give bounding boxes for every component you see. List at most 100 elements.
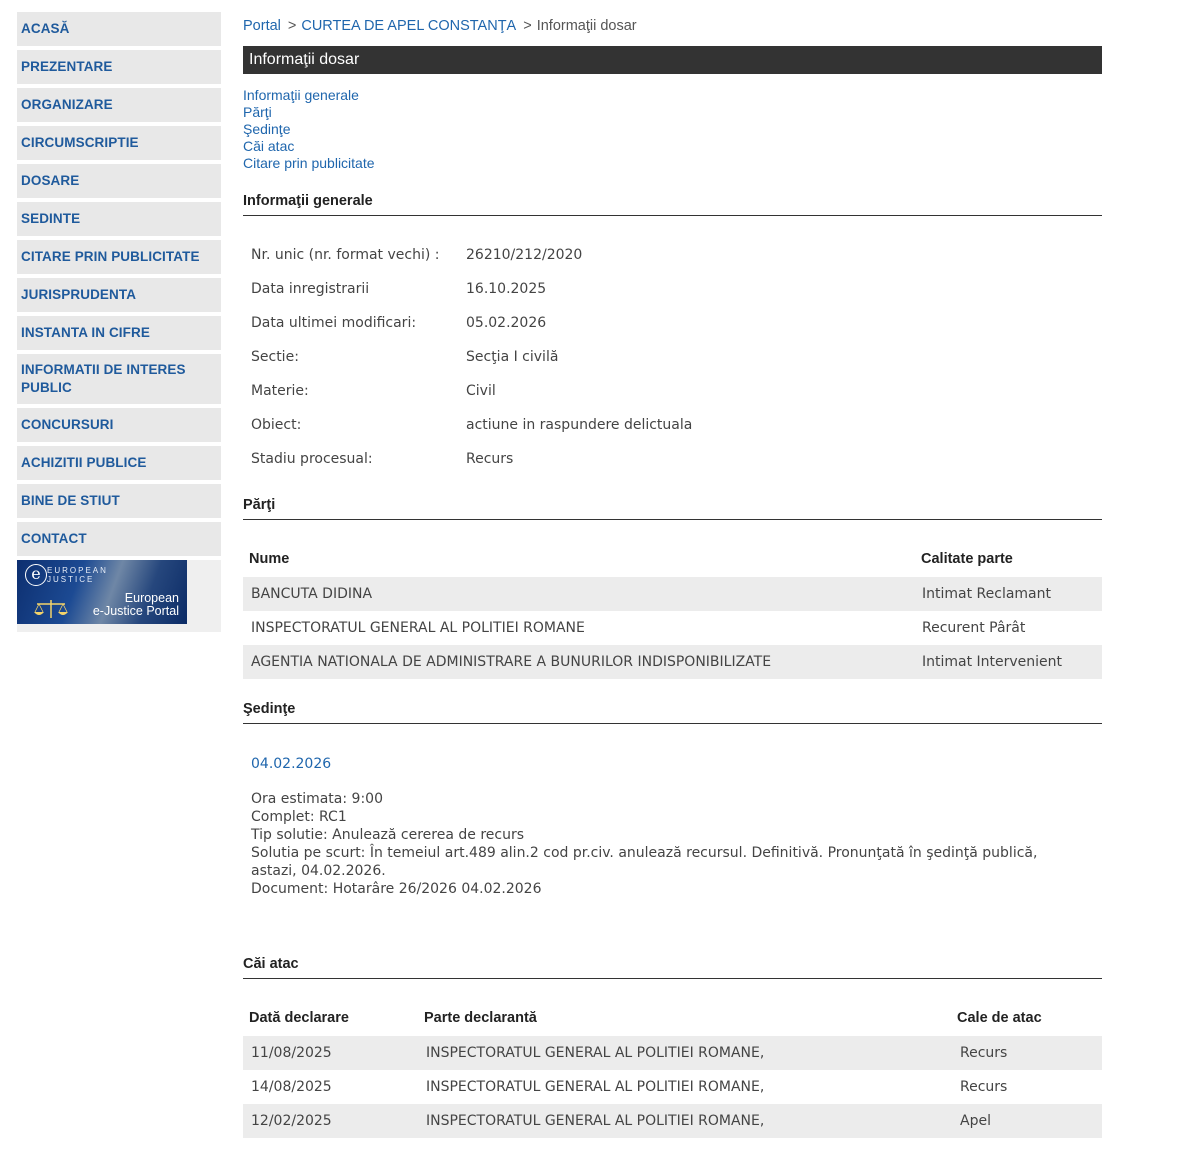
appeal-type: Recurs: [960, 1079, 1008, 1095]
ejustice-logo-icon: e: [25, 564, 47, 586]
ejustice-banner-area: e EUROPEAN JUSTICE European e-Justice Port…: [17, 560, 221, 632]
section-heading-informatii-generale: Informaţii generale: [243, 193, 1102, 216]
info-row: Data ultimei modificari: 05.02.2026: [251, 315, 546, 331]
nav-item-organizare[interactable]: ORGANIZARE: [17, 88, 221, 122]
breadcrumb-current: Informaţii dosar: [536, 18, 637, 34]
table-row: AGENTIA NATIONALA DE ADMINISTRARE A BUNU…: [243, 645, 1102, 679]
breadcrumb-separator: >: [523, 18, 532, 34]
info-row: Materie: Civil: [251, 383, 496, 399]
appeal-type: Apel: [960, 1113, 991, 1129]
nav-item-dosare[interactable]: DOSARE: [17, 164, 221, 198]
info-label: Stadiu procesual:: [251, 451, 373, 467]
info-label: Obiect:: [251, 417, 302, 433]
hearing-detail-line: Solutia pe scurt: În temeiul art.489 ali…: [251, 845, 1038, 879]
nav-item-concursuri[interactable]: CONCURSURI: [17, 408, 221, 442]
info-value: Secţia I civilă: [466, 349, 559, 365]
page-title: Informaţii dosar: [243, 46, 1102, 74]
appeal-date: 12/02/2025: [251, 1113, 332, 1129]
info-value: 05.02.2026: [466, 315, 547, 331]
nav-label: ACHIZITII PUBLICE: [21, 455, 147, 470]
column-header-calitate-parte: Calitate parte: [921, 551, 1013, 567]
nav-item-informatii-de-interes-public[interactable]: INFORMATII DE INTERES PUBLIC: [17, 354, 221, 404]
nav-item-achizitii-publice[interactable]: ACHIZITII PUBLICE: [17, 446, 221, 480]
nav-item-bine-de-stiut[interactable]: BINE DE STIUT: [17, 484, 221, 518]
info-row: Obiect: actiune in raspundere delictuala: [251, 417, 692, 433]
info-row: Sectie: Secţia I civilă: [251, 349, 558, 365]
ejustice-logo-text: EUROPEAN JUSTICE: [47, 566, 108, 584]
toc-link-sedinte[interactable]: Şedinţe: [243, 121, 375, 138]
info-label: Sectie:: [251, 349, 299, 365]
nav-label: PREZENTARE: [21, 59, 113, 74]
nav-label: CONTACT: [21, 531, 87, 546]
toc-link-informatii-generale[interactable]: Informaţii generale: [243, 87, 375, 104]
nav-item-jurisprudenta[interactable]: JURISPRUDENTA: [17, 278, 221, 312]
nav-item-circumscriptie[interactable]: CIRCUMSCRIPTIE: [17, 126, 221, 160]
table-row: 12/02/2025 INSPECTORATUL GENERAL AL POLIT…: [243, 1104, 1102, 1138]
table-row: BANCUTA DIDINA Intimat Reclamant: [243, 577, 1102, 611]
appeal-date: 11/08/2025: [251, 1045, 332, 1061]
appeal-party: INSPECTORATUL GENERAL AL POLITIEI ROMANE…: [426, 1113, 765, 1129]
sidebar: ACASĂ PREZENTARE ORGANIZARE CIRCUMSCRIPT…: [17, 12, 221, 632]
hearing-detail-line: Complet: RC1: [251, 809, 347, 825]
table-row: 14/08/2025 INSPECTORATUL GENERAL AL POLIT…: [243, 1070, 1102, 1104]
party-role: Recurent Pârât: [922, 620, 1026, 636]
info-row: Stadiu procesual: Recurs: [251, 451, 513, 467]
nav-label: ACASĂ: [21, 21, 70, 36]
nav-label: CIRCUMSCRIPTIE: [21, 135, 139, 150]
nav-item-citare-prin-publicitate[interactable]: CITARE PRIN PUBLICITATE: [17, 240, 221, 274]
info-label: Materie:: [251, 383, 309, 399]
hearing-detail-line: Tip solutie: Anulează cererea de recurs: [251, 827, 525, 843]
info-value: actiune in raspundere delictuala: [466, 417, 693, 433]
info-value: 26210/212/2020: [466, 247, 583, 263]
nav-item-prezentare[interactable]: PREZENTARE: [17, 50, 221, 84]
table-row: 11/08/2025 INSPECTORATUL GENERAL AL POLIT…: [243, 1036, 1102, 1070]
nav-item-contact[interactable]: CONTACT: [17, 522, 221, 556]
breadcrumb-portal-link[interactable]: Portal: [243, 18, 281, 34]
breadcrumb-court-link[interactable]: CURTEA DE APEL CONSTANŢA: [301, 18, 516, 34]
hearing-date-link[interactable]: 04.02.2026: [251, 756, 331, 772]
breadcrumb: Portal > CURTEA DE APEL CONSTANŢA > Informaţ…: [243, 18, 637, 34]
hearing-details: Ora estimata: 9:00 Complet: RC1 Tip solu…: [251, 790, 1071, 898]
nav-item-acasa[interactable]: ACASĂ: [17, 12, 221, 46]
party-name: BANCUTA DIDINA: [251, 586, 373, 602]
table-row: INSPECTORATUL GENERAL AL POLITIEI ROMANE…: [243, 611, 1102, 645]
column-header-data-declarare: Dată declarare: [249, 1010, 349, 1026]
column-header-parte-declaranta: Parte declarantă: [424, 1010, 537, 1026]
party-role: Intimat Intervenient: [922, 654, 1063, 670]
nav-label: ORGANIZARE: [21, 97, 113, 112]
toc-link-citare-prin-publicitate[interactable]: Citare prin publicitate: [243, 155, 375, 172]
info-row: Nr. unic (nr. format vechi) : 26210/212/2…: [251, 247, 582, 263]
column-header-nume: Nume: [249, 551, 290, 567]
section-heading-sedinte: Şedinţe: [243, 701, 1102, 724]
appeal-party: INSPECTORATUL GENERAL AL POLITIEI ROMANE…: [426, 1079, 765, 1095]
nav-label: DOSARE: [21, 173, 80, 188]
toc-link-cai-atac[interactable]: Căi atac: [243, 138, 375, 155]
section-links: Informaţii generale Părţi Şedinţe Căi at…: [243, 87, 375, 172]
hearing-detail-line: Ora estimata: 9:00: [251, 791, 383, 807]
ejustice-portal-banner[interactable]: e EUROPEAN JUSTICE European e-Justice Port…: [17, 560, 187, 624]
appeal-type: Recurs: [960, 1045, 1008, 1061]
nav-label: SEDINTE: [21, 211, 81, 226]
info-row: Data inregistrarii 16.10.2025: [251, 281, 546, 297]
info-label: Data ultimei modificari:: [251, 315, 417, 331]
info-value: 16.10.2025: [466, 281, 547, 297]
nav-label: INSTANTA IN CIFRE: [21, 325, 150, 340]
nav-item-instanta-in-cifre[interactable]: INSTANTA IN CIFRE: [17, 316, 221, 350]
nav-label: CONCURSURI: [21, 417, 114, 432]
appeal-party: INSPECTORATUL GENERAL AL POLITIEI ROMANE…: [426, 1045, 765, 1061]
info-label: Data inregistrarii: [251, 281, 370, 297]
scales-icon: [34, 600, 68, 618]
ejustice-caption: European e-Justice Portal: [92, 591, 179, 618]
column-header-cale-de-atac: Cale de atac: [957, 1010, 1042, 1026]
hearing-detail-line: Document: Hotarâre 26/2026 04.02.2026: [251, 881, 542, 897]
nav-item-sedinte[interactable]: SEDINTE: [17, 202, 221, 236]
info-label: Nr. unic (nr. format vechi) :: [251, 247, 440, 263]
nav-label: JURISPRUDENTA: [21, 287, 137, 302]
breadcrumb-separator: >: [287, 18, 297, 34]
section-heading-cai-atac: Căi atac: [243, 956, 1102, 979]
nav-label: INFORMATII DE INTERES PUBLIC: [21, 362, 186, 395]
info-value: Recurs: [466, 451, 514, 467]
toc-link-parti[interactable]: Părţi: [243, 104, 375, 121]
party-role: Intimat Reclamant: [922, 586, 1051, 602]
party-name: AGENTIA NATIONALA DE ADMINISTRARE A BUNU…: [251, 654, 772, 670]
